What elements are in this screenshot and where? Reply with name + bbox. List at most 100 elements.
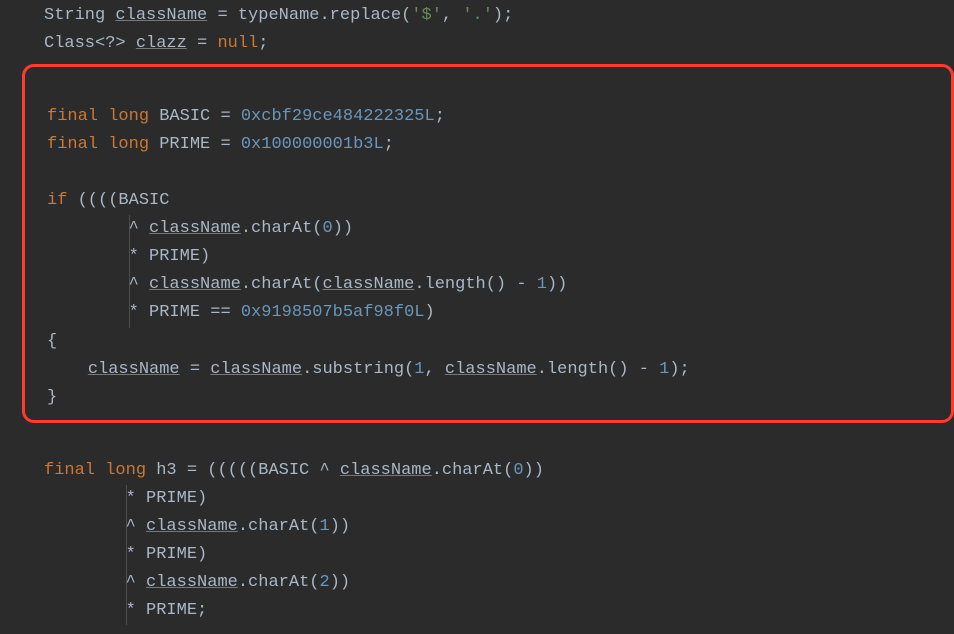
indent [47, 219, 129, 238]
code-text: , [425, 360, 445, 379]
code-text: .substring( [302, 360, 414, 379]
code-text: Class<?> [44, 34, 136, 53]
code-line: final long BASIC = 0xcbf29ce484222325L; [47, 103, 933, 131]
variable-clazz: clazz [136, 34, 187, 53]
code-text: = [180, 360, 211, 379]
space [98, 135, 108, 154]
code-text: * PRIME) [126, 545, 208, 564]
number-literal: 1 [659, 360, 669, 379]
indent [47, 275, 129, 294]
variable-className: className [146, 517, 238, 536]
number-literal: 1 [537, 275, 547, 294]
code-text: )) [524, 461, 544, 480]
code-text: .charAt( [241, 275, 323, 294]
space [95, 461, 105, 480]
code-text: = typeName.replace( [207, 6, 411, 25]
variable-className: className [149, 275, 241, 294]
variable-className: className [340, 461, 432, 480]
code-text: .length() - [537, 360, 659, 379]
code-text: h3 = (((((BASIC ^ [146, 461, 340, 480]
code-line: final long h3 = (((((BASIC ^ className.c… [44, 457, 936, 485]
code-line: { [47, 328, 933, 356]
brace-open: { [47, 332, 57, 351]
string-literal: '.' [462, 6, 493, 25]
code-text: PRIME = [149, 135, 241, 154]
code-text: ^ [126, 517, 146, 536]
code-editor-viewport: String className = typeName.replace('$',… [0, 2, 954, 625]
code-line: * PRIME) [44, 541, 936, 569]
indent [44, 545, 126, 564]
code-text: .charAt( [432, 461, 514, 480]
code-line: * PRIME) [47, 243, 933, 271]
code-line: ^ className.charAt(0)) [47, 215, 933, 243]
code-line: ^ className.charAt(2)) [44, 569, 936, 597]
code-text: * PRIME == [129, 303, 241, 322]
string-literal: '$' [411, 6, 442, 25]
code-text: * PRIME) [126, 489, 208, 508]
number-literal: 1 [414, 360, 424, 379]
code-text: ; [435, 107, 445, 126]
highlighted-region: final long BASIC = 0xcbf29ce484222325L; … [22, 64, 954, 423]
code-text: ; [384, 135, 394, 154]
number-literal: 1 [319, 517, 329, 536]
code-line: ^ className.charAt(1)) [44, 513, 936, 541]
number-literal: 2 [319, 573, 329, 592]
blank-line [44, 429, 936, 457]
code-text: ; [258, 34, 268, 53]
code-text: String [44, 6, 115, 25]
number-literal: 0xcbf29ce484222325L [241, 107, 435, 126]
code-text: ); [669, 360, 689, 379]
code-text: .length() - [414, 275, 536, 294]
keyword-if: if [47, 191, 67, 210]
number-literal: 0 [322, 219, 332, 238]
keyword-final: final [47, 135, 98, 154]
variable-className: className [115, 6, 207, 25]
keyword-null: null [217, 34, 258, 53]
keyword-final: final [44, 461, 95, 480]
number-literal: 0 [513, 461, 523, 480]
brace-close: } [47, 388, 57, 407]
code-line: Class<?> clazz = null; [44, 30, 936, 58]
code-text: )) [330, 517, 350, 536]
variable-className: className [445, 360, 537, 379]
space [98, 107, 108, 126]
blank-line [47, 159, 933, 187]
keyword-final: final [47, 107, 98, 126]
keyword-long: long [108, 107, 149, 126]
code-text: ((((BASIC [67, 191, 169, 210]
code-text: * PRIME; [126, 601, 208, 620]
code-line: final long PRIME = 0x100000001b3L; [47, 131, 933, 159]
code-text: .charAt( [238, 573, 320, 592]
indent [47, 247, 129, 266]
code-text: )) [333, 219, 353, 238]
code-text: BASIC = [149, 107, 241, 126]
code-line: className = className.substring(1, class… [47, 356, 933, 384]
code-line: } [47, 384, 933, 412]
indent [47, 360, 88, 379]
indent [44, 601, 126, 620]
code-line: * PRIME == 0x9198507b5af98f0L) [47, 299, 933, 327]
code-text: .charAt( [238, 517, 320, 536]
code-line: if ((((BASIC [47, 187, 933, 215]
variable-className: className [322, 275, 414, 294]
code-line: * PRIME; [44, 597, 936, 625]
variable-className: className [88, 360, 180, 379]
code-text: = [187, 34, 218, 53]
indent [44, 517, 126, 536]
code-text: )) [330, 573, 350, 592]
number-literal: 0x100000001b3L [241, 135, 384, 154]
variable-className: className [210, 360, 302, 379]
blank-line [47, 75, 933, 103]
code-line: ^ className.charAt(className.length() - … [47, 271, 933, 299]
code-line: String className = typeName.replace('$',… [44, 2, 936, 30]
variable-className: className [149, 219, 241, 238]
code-text: , [442, 6, 462, 25]
code-text: ^ [126, 573, 146, 592]
code-text: * PRIME) [129, 247, 211, 266]
number-literal: 0x9198507b5af98f0L [241, 303, 425, 322]
indent [47, 303, 129, 322]
code-line: * PRIME) [44, 485, 936, 513]
variable-className: className [146, 573, 238, 592]
code-text: )) [547, 275, 567, 294]
code-text: ^ [129, 219, 149, 238]
